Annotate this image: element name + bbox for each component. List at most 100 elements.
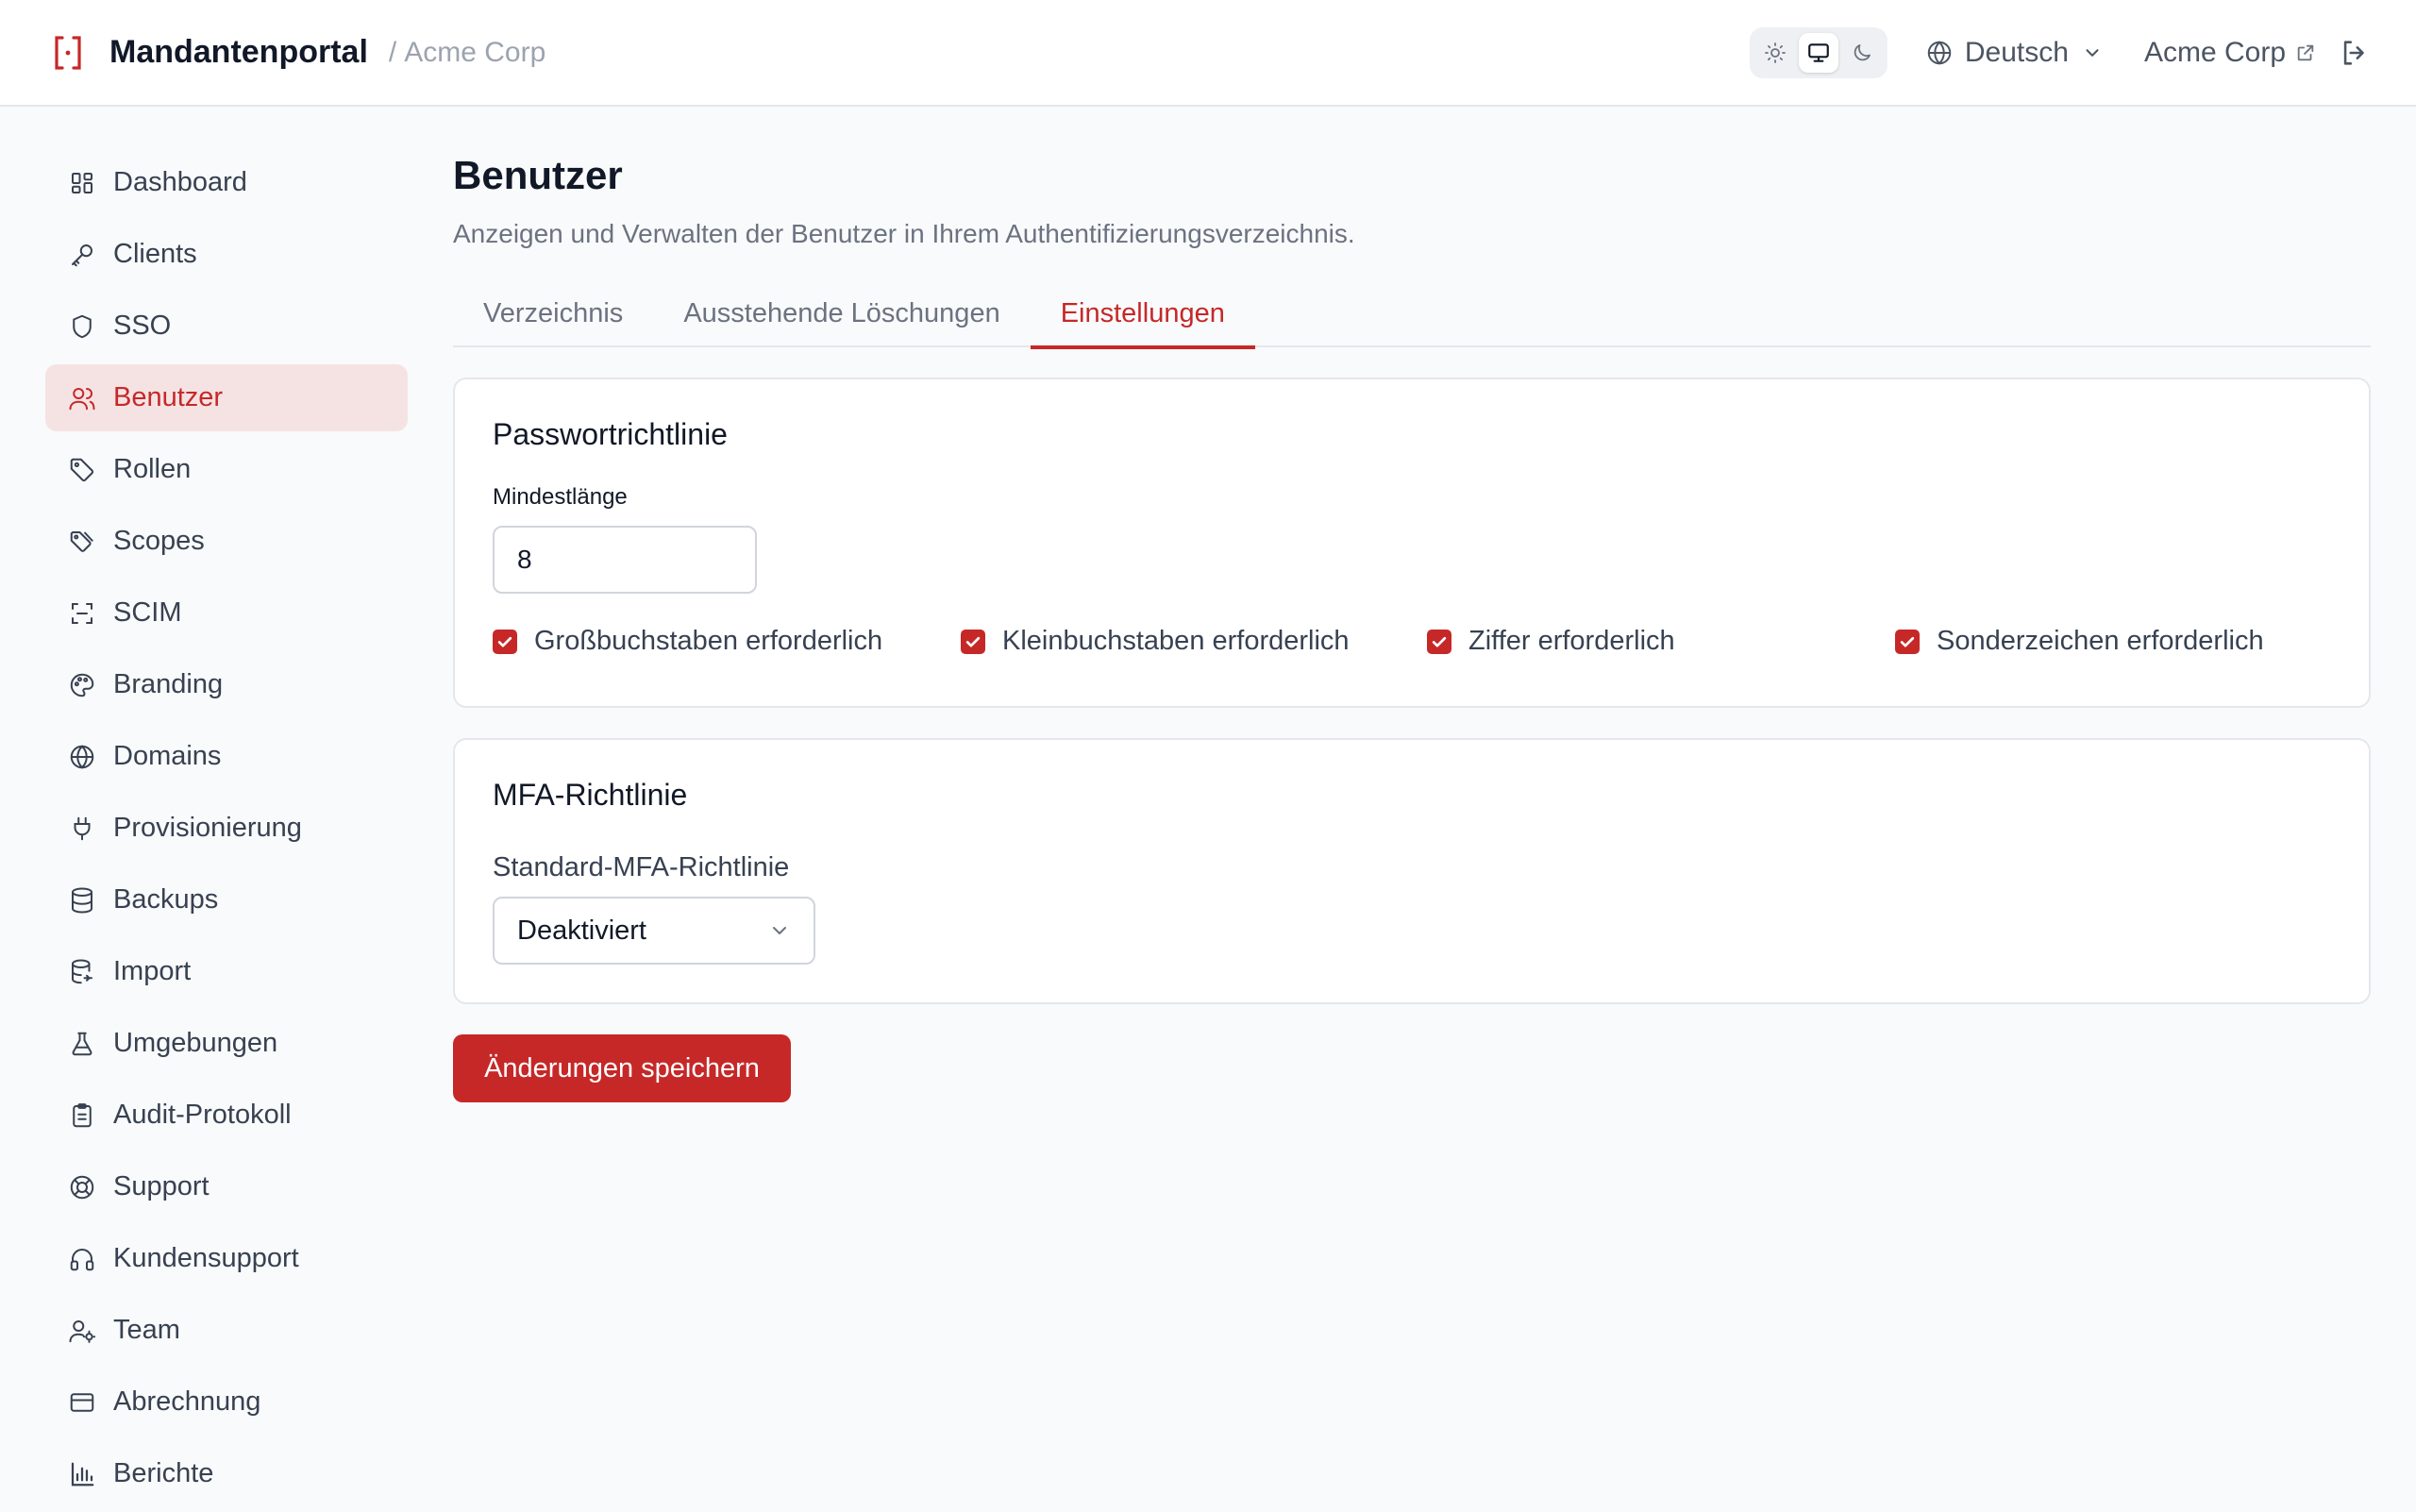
sidebar-item-label: Provisionierung	[113, 813, 302, 843]
sidebar-item-support[interactable]: Support	[45, 1153, 408, 1220]
checkbox-checked-icon	[961, 629, 985, 654]
save-changes-button[interactable]: Änderungen speichern	[453, 1034, 791, 1102]
sidebar-item-label: Berichte	[113, 1458, 214, 1488]
tenant-link[interactable]: Acme Corp	[2144, 37, 2316, 69]
sidebar-item-label: Team	[113, 1315, 180, 1345]
password-requirements: Großbuchstaben erforderlich Kleinbuchsta…	[493, 626, 2331, 657]
sidebar-item-sso[interactable]: SSO	[45, 293, 408, 360]
top-bar: Mandantenportal / Acme Corp Deutsch Acme…	[0, 0, 2416, 107]
sidebar-item-label: Abrechnung	[113, 1386, 261, 1417]
chevron-down-icon	[768, 919, 791, 942]
credit-card-icon	[68, 1388, 96, 1417]
monitor-icon	[1808, 42, 1829, 62]
sun-icon	[1764, 42, 1786, 63]
page-subtitle: Anzeigen und Verwalten der Benutzer in I…	[453, 219, 1355, 248]
sidebar-item-label: Domains	[113, 741, 222, 771]
globe-icon	[68, 743, 96, 771]
tag-icon	[68, 456, 96, 484]
tags-icon	[68, 528, 96, 556]
sidebar-item-audit-protokoll[interactable]: Audit-Protokoll	[45, 1082, 408, 1149]
sidebar-item-label: Import	[113, 956, 192, 986]
sidebar: Dashboard Clients SSO Benutzer Rollen Sc…	[45, 149, 408, 1512]
flask-icon	[68, 1030, 96, 1058]
tenant-link-label: Acme Corp	[2143, 36, 2286, 68]
checkbox-label: Großbuchstaben erforderlich	[534, 626, 883, 656]
sidebar-item-rollen[interactable]: Rollen	[45, 436, 408, 503]
theme-light-button[interactable]	[1755, 33, 1795, 73]
database-icon	[68, 886, 96, 915]
uppercase-required-checkbox[interactable]: Großbuchstaben erforderlich	[493, 626, 961, 657]
sidebar-item-label: Scopes	[113, 526, 205, 556]
tab-verzeichnis[interactable]: Verzeichnis	[453, 279, 653, 347]
brand-logo-icon	[45, 30, 91, 76]
theme-dark-button[interactable]	[1842, 33, 1882, 73]
checkbox-label: Ziffer erforderlich	[1468, 626, 1675, 656]
checkbox-label: Kleinbuchstaben erforderlich	[1002, 626, 1350, 656]
digit-required-checkbox[interactable]: Ziffer erforderlich	[1427, 626, 1895, 657]
sidebar-item-label: Umgebungen	[113, 1028, 278, 1058]
min-length-label: Mindestlänge	[493, 484, 628, 510]
chevron-down-icon	[2082, 42, 2103, 63]
sidebar-item-label: Backups	[113, 884, 219, 915]
language-label: Deutsch	[1964, 36, 2069, 68]
moon-icon	[1854, 43, 1871, 60]
checkbox-checked-icon	[1895, 629, 1920, 654]
database-import-icon	[68, 958, 96, 986]
password-policy-title: Passwortrichtlinie	[493, 417, 728, 451]
default-mfa-label: Standard-MFA-Richtlinie	[493, 852, 790, 882]
language-select[interactable]: Deutsch	[1925, 37, 2103, 69]
dashboard-icon	[68, 169, 96, 197]
sidebar-item-label: Kundensupport	[113, 1243, 299, 1273]
breadcrumb-separator: /	[388, 36, 397, 68]
main-content: Benutzer Anzeigen und Verwalten der Benu…	[453, 149, 2371, 1102]
plug-icon	[68, 815, 96, 843]
sidebar-item-kundensupport[interactable]: Kundensupport	[45, 1225, 408, 1292]
sidebar-item-label: Audit-Protokoll	[113, 1100, 292, 1130]
tab-ausstehende-loeschungen[interactable]: Ausstehende Löschungen	[653, 279, 1030, 347]
sidebar-item-label: SSO	[113, 311, 172, 341]
user-cog-icon	[68, 1317, 96, 1345]
sidebar-item-dashboard[interactable]: Dashboard	[45, 149, 408, 216]
sidebar-item-label: Benutzer	[113, 382, 224, 412]
sidebar-item-scopes[interactable]: Scopes	[45, 508, 408, 575]
palette-icon	[68, 671, 96, 699]
sidebar-item-label: Support	[113, 1171, 210, 1201]
sidebar-item-umgebungen[interactable]: Umgebungen	[45, 1010, 408, 1077]
sidebar-item-branding[interactable]: Branding	[45, 651, 408, 718]
theme-toggle	[1749, 26, 1888, 78]
lifebuoy-icon	[68, 1173, 96, 1201]
external-link-icon	[2295, 42, 2316, 63]
logout-icon[interactable]	[2339, 37, 2371, 69]
sidebar-item-provisionierung[interactable]: Provisionierung	[45, 795, 408, 862]
sidebar-item-label: Dashboard	[113, 167, 247, 197]
app-name[interactable]: Mandantenportal	[109, 34, 368, 71]
sidebar-item-label: SCIM	[113, 597, 182, 628]
sidebar-item-import[interactable]: Import	[45, 938, 408, 1005]
scan-icon	[68, 599, 96, 628]
password-policy-card: Passwortrichtlinie Mindestlänge 8 Großbu…	[453, 378, 2371, 708]
tab-bar: Verzeichnis Ausstehende Löschungen Einst…	[453, 279, 2371, 349]
min-length-input[interactable]: 8	[493, 526, 757, 594]
sidebar-item-label: Clients	[113, 239, 197, 269]
breadcrumb-tenant: Acme Corp	[404, 36, 546, 68]
sidebar-item-team[interactable]: Team	[45, 1297, 408, 1364]
lowercase-required-checkbox[interactable]: Kleinbuchstaben erforderlich	[961, 626, 1427, 657]
sidebar-item-berichte[interactable]: Berichte	[45, 1440, 408, 1507]
bar-chart-icon	[68, 1460, 96, 1488]
checkbox-checked-icon	[493, 629, 517, 654]
sidebar-item-backups[interactable]: Backups	[45, 866, 408, 933]
sidebar-item-abrechnung[interactable]: Abrechnung	[45, 1369, 408, 1436]
default-mfa-value: Deaktiviert	[517, 915, 646, 946]
globe-icon	[1925, 39, 1954, 67]
sidebar-item-clients[interactable]: Clients	[45, 221, 408, 288]
sidebar-item-benutzer[interactable]: Benutzer	[45, 364, 408, 431]
theme-system-button[interactable]	[1798, 32, 1838, 73]
users-icon	[68, 384, 96, 412]
tab-einstellungen[interactable]: Einstellungen	[1030, 279, 1255, 349]
default-mfa-select[interactable]: Deaktiviert	[493, 897, 815, 965]
clipboard-icon	[68, 1101, 96, 1130]
sidebar-item-scim[interactable]: SCIM	[45, 580, 408, 647]
sidebar-item-domains[interactable]: Domains	[45, 723, 408, 790]
sidebar-item-label: Branding	[113, 669, 224, 699]
special-char-required-checkbox[interactable]: Sonderzeichen erforderlich	[1895, 626, 2264, 657]
